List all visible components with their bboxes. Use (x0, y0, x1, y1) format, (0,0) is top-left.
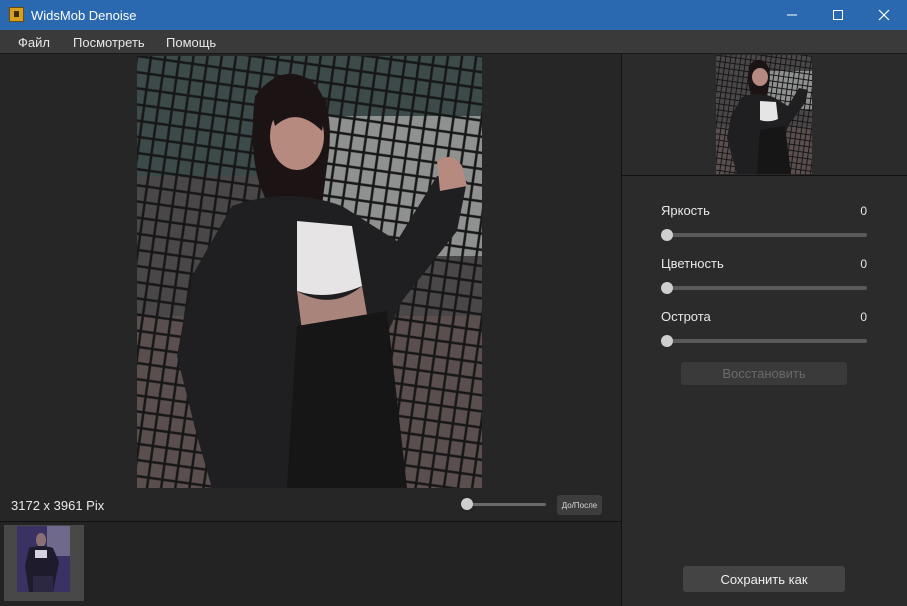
sharpness-value: 0 (860, 310, 867, 324)
minimize-button[interactable] (769, 0, 815, 30)
maximize-button[interactable] (815, 0, 861, 30)
app-icon (9, 7, 24, 22)
menu-help[interactable]: Помощь (166, 35, 216, 50)
sharpness-slider-thumb[interactable] (661, 335, 673, 347)
restore-button[interactable]: Восстановить (681, 362, 847, 385)
main-photo (137, 56, 482, 488)
brightness-slider-track[interactable] (663, 233, 867, 237)
brightness-value: 0 (860, 204, 867, 218)
image-dimensions: 3172 x 3961 Pix (11, 498, 105, 513)
brightness-label: Яркость (661, 203, 710, 218)
sharpness-label: Острота (661, 309, 711, 324)
sharpness-slider-track[interactable] (663, 339, 867, 343)
window-title: WidsMob Denoise (31, 8, 137, 23)
maximize-icon (833, 10, 843, 20)
before-after-button[interactable]: До/После (557, 495, 602, 515)
zoom-slider-thumb[interactable] (461, 498, 473, 510)
menu-view[interactable]: Посмотреть (73, 35, 145, 50)
chroma-label: Цветность (661, 256, 724, 271)
chroma-slider-thumb[interactable] (661, 282, 673, 294)
title-bar: WidsMob Denoise (0, 0, 907, 30)
chroma-value: 0 (860, 257, 867, 271)
filmstrip-thumbnail[interactable] (17, 526, 70, 592)
save-as-button[interactable]: Сохранить как (683, 566, 845, 592)
brightness-slider-thumb[interactable] (661, 229, 673, 241)
zoom-slider-track[interactable] (462, 503, 546, 506)
close-button[interactable] (861, 0, 907, 30)
menu-bar: Файл Посмотреть Помощь (0, 30, 907, 54)
preview-thumbnail (716, 55, 812, 174)
chroma-slider-track[interactable] (663, 286, 867, 290)
close-icon (878, 9, 890, 21)
filmstrip (0, 522, 621, 606)
minimize-icon (787, 14, 797, 16)
panel-separator (622, 175, 907, 176)
menu-file[interactable]: Файл (18, 35, 50, 50)
